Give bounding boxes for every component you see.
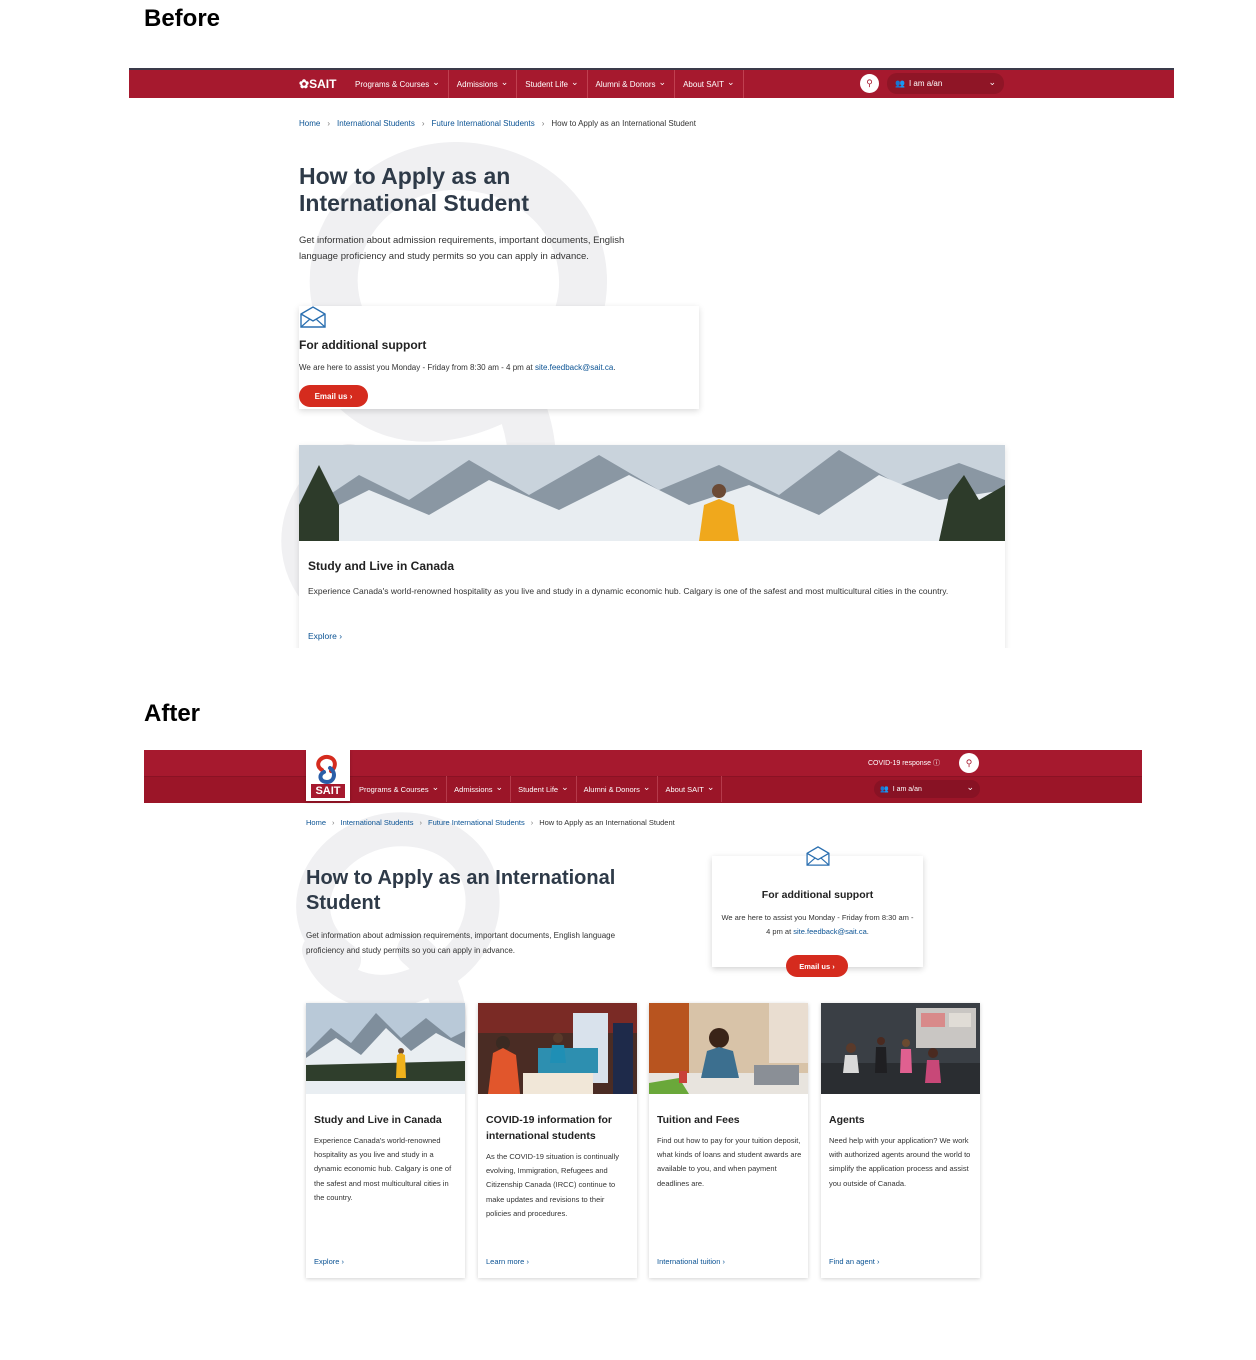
breadcrumb-international-students[interactable]: International Students <box>341 818 414 827</box>
envelope-icon <box>300 306 326 328</box>
envelope-icon <box>806 846 830 866</box>
page-title: How to Apply as an International Student <box>299 163 529 216</box>
people-icon: 👥 <box>880 786 889 793</box>
chevron-right-icon: › <box>419 818 422 827</box>
nav-programs-courses[interactable]: Programs & Courses <box>347 70 449 98</box>
nav-student-life[interactable]: Student Life <box>517 70 588 98</box>
mountain-hiker-image <box>306 1003 465 1094</box>
explore-link[interactable]: Explore <box>314 1257 344 1266</box>
support-heading: For additional support <box>299 338 427 352</box>
breadcrumb: Home › International Students › Future Inter… <box>306 818 675 827</box>
after-label: After <box>144 700 201 727</box>
chevron-right-icon: › <box>332 818 335 827</box>
breadcrumb-current: How to Apply as an International Student <box>551 119 696 128</box>
card-text: Find out how to pay for your tuition dep… <box>657 1136 802 1188</box>
breadcrumb-home[interactable]: Home <box>306 818 326 827</box>
card-heading: Study and Live in Canada <box>314 1114 442 1126</box>
nav-about-sait[interactable]: About SAIT <box>658 776 723 802</box>
chevron-right-icon: › <box>327 119 331 128</box>
logo-text: SAIT <box>315 785 341 797</box>
support-card: For additional support We are here to as… <box>299 306 699 409</box>
card-study-live[interactable]: Study and Live in Canada Experience Cana… <box>306 1003 465 1278</box>
support-card: For additional support We are here to as… <box>712 846 923 967</box>
card-text: Experience Canada's world-renowned hospi… <box>314 1136 452 1202</box>
breadcrumb-future-international-students[interactable]: Future International Students <box>428 818 525 827</box>
main-nav: ✿SAIT Programs & Courses Admissions Stud… <box>129 68 1174 98</box>
email-us-button[interactable]: Email us <box>299 385 368 407</box>
card-tuition-fees[interactable]: Tuition and Fees Find out how to pay for… <box>649 1003 808 1278</box>
chevron-down-icon: ⌄ <box>966 782 974 792</box>
search-icon: ⚲ <box>866 78 873 88</box>
search-button[interactable]: ⚲ <box>959 753 979 773</box>
logo-mark-icon: ✿ <box>299 77 310 91</box>
page-intro: Get information about admission requirem… <box>306 931 616 955</box>
find-an-agent-link[interactable]: Find an agent <box>829 1257 879 1266</box>
card-text: Need help with your application? We work… <box>829 1136 971 1188</box>
study-live-card[interactable]: Study and Live in Canada Experience Cana… <box>299 445 1005 648</box>
email-us-button[interactable]: Email us <box>786 955 848 977</box>
breadcrumb-home[interactable]: Home <box>299 119 320 128</box>
support-heading: For additional support <box>761 889 874 901</box>
nav-programs-courses[interactable]: Programs & Courses <box>352 776 448 802</box>
after-screenshot: COVID-19 response ⓘ ⚲ SAIT Programs & Co… <box>144 750 1142 1350</box>
sait-logo[interactable]: ✿SAIT <box>299 77 336 91</box>
people-icon: 👥 <box>895 79 905 88</box>
student-studying-image <box>649 1003 808 1094</box>
before-screenshot: ✿SAIT Programs & Courses Admissions Stud… <box>129 68 1174 648</box>
search-button[interactable]: ⚲ <box>860 74 879 93</box>
i-am-dropdown[interactable]: 👥 I am a/an ⌄ <box>874 780 980 798</box>
chevron-right-icon: › <box>541 119 545 128</box>
chevron-right-icon: › <box>421 119 425 128</box>
logo-mark-icon <box>316 754 337 785</box>
card-covid-info[interactable]: COVID-19 information for international s… <box>478 1003 637 1278</box>
breadcrumb: Home › International Students › Future Inter… <box>299 119 696 128</box>
breadcrumb-future-international-students[interactable]: Future International Students <box>432 119 535 128</box>
utility-bar <box>144 750 1142 776</box>
card-agents[interactable]: Agents Need help with your application? … <box>821 1003 980 1278</box>
search-icon: ⚲ <box>965 757 973 768</box>
international-tuition-link[interactable]: International tuition <box>657 1257 725 1266</box>
card-text: Experience Canada's world-renowned hospi… <box>308 586 949 596</box>
i-am-dropdown[interactable]: 👥 I am a/an ⌄ <box>887 73 1004 94</box>
i-am-label: I am a/an <box>892 785 922 793</box>
nav-admissions[interactable]: Admissions <box>449 70 518 98</box>
nav-student-life[interactable]: Student Life <box>511 776 577 802</box>
breadcrumb-international-students[interactable]: International Students <box>337 119 415 128</box>
card-heading: Study and Live in Canada <box>308 559 455 573</box>
page-intro: Get information about admission requirem… <box>299 235 625 262</box>
support-email-link[interactable]: site.feedback@sait.ca <box>793 927 866 936</box>
info-icon: ⓘ <box>932 760 940 767</box>
card-text: As the COVID-19 situation is continually… <box>486 1152 619 1218</box>
mountain-hiker-image <box>299 445 1005 541</box>
explore-link[interactable]: Explore <box>308 631 342 641</box>
support-text: We are here to assist you Monday - Frida… <box>721 913 914 936</box>
support-text: We are here to assist you Monday - Frida… <box>299 363 616 372</box>
nav-admissions[interactable]: Admissions <box>447 776 512 802</box>
card-heading: Agents <box>829 1114 865 1126</box>
before-label: Before <box>144 5 221 32</box>
nav-alumni-donors[interactable]: Alumni & Donors <box>588 70 676 98</box>
covid-response-link[interactable]: COVID-19 response ⓘ <box>868 758 940 768</box>
chevron-down-icon: ⌄ <box>988 77 996 87</box>
nav-alumni-donors[interactable]: Alumni & Donors <box>577 776 659 802</box>
card-heading: COVID-19 information for international s… <box>486 1114 613 1142</box>
nav-about-sait[interactable]: About SAIT <box>675 70 744 98</box>
breadcrumb-current: How to Apply as an International Student <box>539 818 675 827</box>
meeting-room-image <box>821 1003 980 1094</box>
page-title: How to Apply as an International Student <box>306 867 616 914</box>
card-heading: Tuition and Fees <box>657 1114 740 1126</box>
nav-menu: Programs & Courses Admissions Student Li… <box>347 70 744 98</box>
i-am-label: I am a/an <box>908 79 943 88</box>
nav-menu: Programs & Courses Admissions Student Li… <box>352 776 723 802</box>
card-grid: Study and Live in Canada Experience Cana… <box>306 1003 982 1278</box>
learn-more-link[interactable]: Learn more <box>486 1257 529 1266</box>
support-email-link[interactable]: site.feedback@sait.ca <box>535 363 613 372</box>
chevron-right-icon: › <box>530 818 534 827</box>
sait-logo[interactable]: SAIT <box>306 750 350 801</box>
info-booth-image <box>478 1003 637 1094</box>
